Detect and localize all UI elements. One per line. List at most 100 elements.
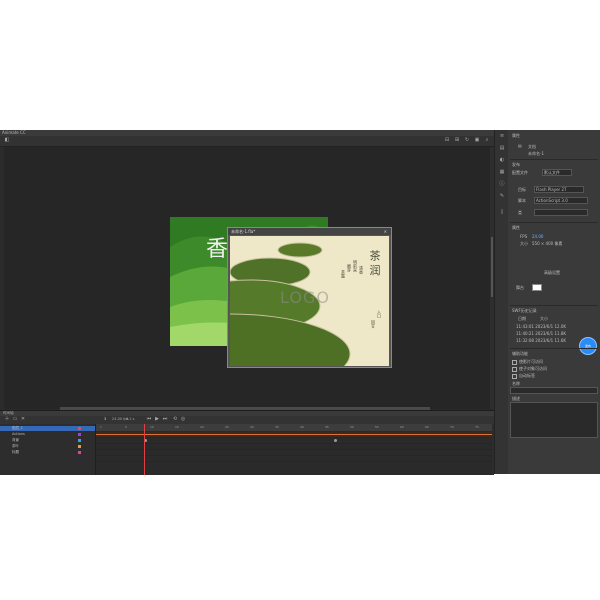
poem-line: 茶露	[341, 270, 346, 278]
ruler-tick: 65	[425, 425, 429, 429]
frame-readout: 3	[104, 417, 107, 421]
check-children[interactable]: 使子对象可访问	[512, 366, 547, 372]
ruler-tick: 50	[350, 425, 354, 429]
color-tab-icon[interactable]: ◐	[499, 158, 505, 163]
clip-icon[interactable]: ▣	[474, 138, 480, 143]
onion-skin-icon[interactable]: ◎	[180, 417, 186, 422]
check-autolabel[interactable]: 自动标签	[512, 373, 535, 379]
doc-name: 未命名-1	[528, 151, 544, 156]
layer-row[interactable]: Actions	[0, 432, 95, 437]
scene-icon[interactable]: ◧	[4, 138, 10, 143]
frame-ruler[interactable]: 1 5 10 15 20 25 30 35 40 45 50 55 60 65 70 75	[96, 424, 492, 431]
class-field[interactable]	[534, 209, 588, 216]
layer-color-swatch	[78, 433, 81, 436]
align-icon[interactable]: ⊟	[444, 138, 450, 143]
checkbox-icon[interactable]	[512, 373, 517, 379]
stage-label: 舞台	[516, 285, 524, 290]
layer-row[interactable]: 图层_1	[0, 426, 95, 431]
scroll-thumb[interactable]	[491, 237, 493, 297]
frame-row[interactable]	[96, 456, 492, 462]
edit-bar: ◧ ⊟ ⊞ ↻ ▣ ⌕	[0, 136, 502, 147]
ruler-tick: 35	[275, 425, 279, 429]
info-tab-icon[interactable]: ⓘ	[499, 182, 505, 187]
document-title-bar[interactable]: 未命名-1.fla* ✕	[228, 228, 391, 235]
timeline-toolbar: ＋ ▭ ✕ 24.00 fps 0.1 s 3 ⏮ ▶ ⏭ ⟲ ◎	[0, 416, 494, 424]
ruler-tick: 10	[150, 425, 154, 429]
checkbox-icon[interactable]	[512, 366, 517, 372]
loop-icon[interactable]: ⟲	[172, 417, 178, 422]
front-document-window[interactable]: 未命名-1.fla* ✕ LOGO 茶 润 清香 明前采 嫩芽 茶露 入口 回甘	[227, 227, 392, 368]
size-label: 大小	[520, 241, 528, 246]
script-value: ActionScript 3.0	[536, 198, 568, 203]
properties-header: 属性	[512, 133, 520, 138]
delete-icon[interactable]: ✕	[20, 417, 26, 422]
frame-grid[interactable]: 1 5 10 15 20 25 30 35 40 45 50 55 60 65 70 75	[96, 424, 492, 475]
size-value[interactable]: 550 × 400 像素	[532, 241, 562, 247]
checkbox-icon[interactable]	[512, 359, 517, 365]
history-row: 11:40:21 2023/6/1 11.8K	[516, 331, 567, 336]
brush-tab-icon[interactable]: ✎	[499, 194, 505, 199]
history-header: SWF历史记录	[512, 308, 537, 313]
tween-span	[96, 434, 492, 435]
swatch-tab-icon[interactable]: ▦	[499, 170, 505, 175]
history-col-size: 大小	[540, 316, 548, 321]
history-col-date: 日期	[518, 316, 526, 321]
doc-icon: ▤	[518, 143, 522, 148]
divider	[510, 305, 598, 306]
divider	[510, 348, 598, 349]
check-accessible[interactable]: 使影片可访问	[512, 359, 543, 365]
name-field[interactable]	[510, 387, 598, 394]
ruler-tick: 55	[375, 425, 379, 429]
ruler-tick: 45	[325, 425, 329, 429]
poem-line: 清香	[359, 266, 364, 274]
stage-color-swatch[interactable]	[532, 284, 542, 291]
layer-row[interactable]: 背景	[0, 438, 95, 443]
section-accessibility: 辅助功能	[512, 351, 528, 356]
document-canvas[interactable]: LOGO 茶 润 清香 明前采 嫩芽 茶露 入口 回甘	[230, 236, 389, 366]
divider	[510, 159, 598, 160]
library-tab-icon[interactable]: ▤	[499, 146, 505, 151]
layer-color-swatch	[78, 451, 81, 454]
layer-color-swatch	[78, 439, 81, 442]
ruler-tick: 25	[225, 425, 229, 429]
layer-color-swatch	[78, 427, 81, 430]
close-icon[interactable]: ✕	[384, 228, 387, 235]
snap-icon[interactable]: ⊞	[454, 138, 460, 143]
history-row: 11:43:01 2023/6/1 12.0K	[516, 324, 567, 329]
layer-row[interactable]: 标题	[0, 450, 95, 455]
fps-value[interactable]: 24.00	[532, 234, 543, 239]
play-icon[interactable]: ▶	[154, 417, 160, 422]
doc-tab-icon[interactable]: ▯	[499, 210, 505, 215]
desc-field[interactable]	[510, 402, 598, 438]
layer-row[interactable]: 茶叶	[0, 444, 95, 449]
properties-tab-icon[interactable]: ≡	[499, 134, 505, 139]
profile-label: 配置文件	[512, 170, 528, 175]
keyframe[interactable]	[334, 439, 337, 442]
last-frame-icon[interactable]: ⏭	[162, 417, 168, 422]
rotate-icon[interactable]: ↻	[464, 138, 470, 143]
advanced-label[interactable]: 高级设置	[544, 270, 560, 276]
playhead[interactable]	[144, 424, 145, 475]
profile-value: 默认文件	[544, 170, 560, 175]
ruler-tick: 15	[175, 425, 179, 429]
new-layer-icon[interactable]: ＋	[4, 417, 10, 422]
ruler-tick: 30	[250, 425, 254, 429]
poem-line: 嫩芽	[347, 264, 352, 272]
calligraphy-mark: 香	[206, 237, 229, 262]
poem-title: 茶 润	[368, 250, 381, 276]
target-value: Flash Player 27	[536, 187, 567, 192]
ruler-tick: 1	[100, 425, 102, 429]
time-readout: 0.1 s	[126, 417, 135, 421]
logo-watermark: LOGO	[280, 288, 330, 307]
history-row: 11:32:08 2023/6/1 11.6K	[516, 338, 567, 343]
first-frame-icon[interactable]: ⏮	[146, 417, 152, 422]
folder-icon[interactable]: ▭	[12, 417, 18, 422]
properties-panel: 属性 ▤ 文档 未命名-1 发布 配置文件 默认文件 目标 Flash Play…	[508, 130, 600, 474]
class-label: 类	[518, 210, 522, 215]
doc-label: 文档	[528, 144, 536, 149]
ruler-tick: 60	[400, 425, 404, 429]
zoom-icon[interactable]: ⌕	[484, 138, 490, 143]
script-label: 脚本	[518, 198, 526, 203]
publish-button[interactable]: 发布	[580, 338, 596, 354]
timeline-panel: 时间轴 ＋ ▭ ✕ 24.00 fps 0.1 s 3 ⏮ ▶ ⏭ ⟲ ◎ 图层…	[0, 410, 494, 475]
